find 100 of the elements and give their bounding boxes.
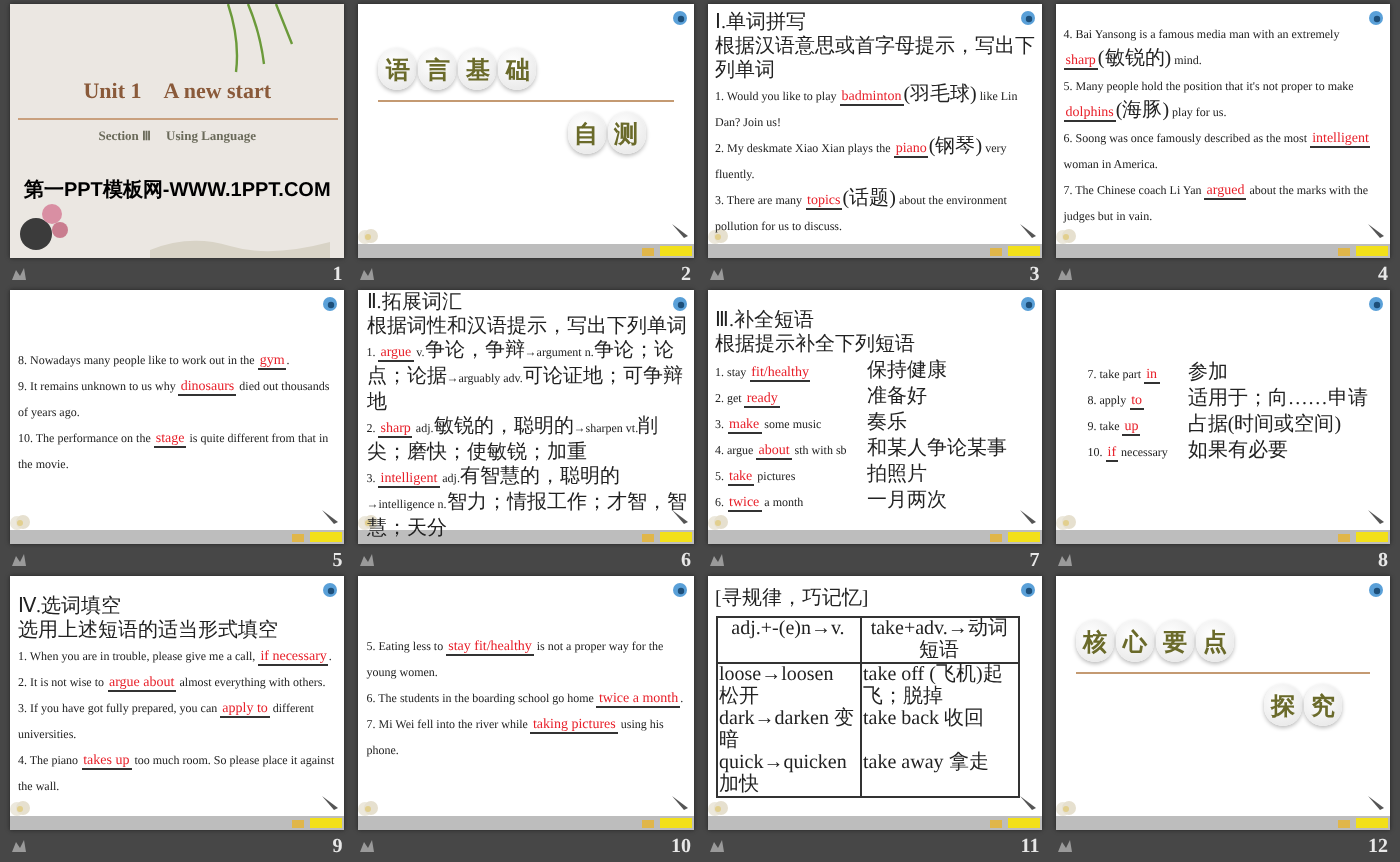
circle-icon: [671, 582, 687, 598]
slide-title: Unit 1 A new start: [83, 78, 272, 108]
animation-icon: [12, 840, 26, 852]
slide-number: 3: [1029, 261, 1040, 289]
exercise-text: Ⅳ.选词填空: [18, 594, 123, 618]
animation-icon: [12, 268, 26, 280]
circle-icon: [322, 582, 339, 598]
pen-icon: [1017, 222, 1038, 240]
phrase-meaning: 拍照片: [866, 463, 929, 487]
phrase-meaning: 如果有必要: [1187, 439, 1290, 463]
heading-character: 测: [607, 112, 645, 154]
pen-icon: [320, 508, 341, 526]
nav-buttons-icon: [310, 532, 343, 542]
table-cell-text: take away 拿走: [861, 752, 991, 778]
circle-icon: [322, 296, 339, 312]
circle-icon: [1368, 296, 1384, 312]
slide-thumbnail[interactable]: [10, 576, 345, 830]
exercise-text: 选用上述短语的适当形式填空: [18, 618, 280, 642]
back-button-icon: [989, 533, 1002, 541]
website-text: 第一PPT模板网-WWW.1PPT.COM: [23, 177, 331, 207]
phrase-meaning: 一月两次: [866, 489, 949, 513]
slide-number: 2: [681, 261, 691, 289]
pen-icon: [1366, 794, 1386, 812]
heading-character: 核: [1075, 620, 1114, 662]
back-button-icon: [1338, 247, 1350, 255]
slide-thumbnail[interactable]: [10, 290, 345, 544]
flower-drawing: [1055, 228, 1076, 244]
heading-character: 自: [567, 112, 605, 154]
nav-buttons-icon: [659, 246, 691, 256]
animation-icon: [709, 840, 723, 852]
slide-number: 10: [671, 833, 691, 861]
slide-thumbnail[interactable]: 语 言 基 础 自 测: [358, 4, 693, 258]
slide-number: 6: [681, 547, 691, 575]
nav-buttons-icon: [1007, 246, 1040, 256]
flower-drawing: [358, 800, 379, 816]
exercise-text: 根据汉语意思或首字母提示，写出下列单词: [715, 34, 1036, 82]
nav-buttons-icon: [310, 818, 343, 828]
phrase-meaning: 保持健康: [866, 359, 949, 383]
slide-number: 11: [1020, 833, 1040, 861]
animation-icon: [12, 554, 26, 566]
slide-number: 9: [332, 833, 343, 861]
heading-character: 言: [418, 48, 457, 90]
table-cell: quick→quicken 加快: [717, 752, 861, 796]
flower-drawing: [10, 800, 30, 816]
table-header: adj.+-(e)n→v.: [717, 618, 861, 664]
nav-buttons-icon: [659, 532, 691, 542]
animation-icon: [709, 268, 723, 280]
heading-character: 础: [498, 48, 537, 90]
phrase-meaning: 奏乐: [866, 411, 909, 435]
table-caption: [寻规律，巧记忆]: [715, 588, 871, 612]
heading-character: 基: [458, 48, 497, 90]
phrase-meaning: 准备好: [866, 385, 929, 409]
exercise-text: 根据词性和汉语提示，写出下列单词: [366, 314, 687, 338]
flower-drawing: [707, 800, 727, 816]
slide-thumbnail[interactable]: [寻规律，巧记忆] adj.+-(e)n→v. take+adv.→动词短语 loose→loosen 松开 take off (飞机)起飞；脱掉 dark→darken 变暗 take back 收回 quick→quicken 加快 take away 拿走: [707, 576, 1042, 830]
pen-icon: [669, 794, 689, 812]
pen-icon: [669, 222, 689, 240]
pen-icon: [1366, 508, 1386, 526]
flower-drawing: [1055, 800, 1076, 816]
circle-icon: [671, 296, 687, 312]
flower-drawing: [1055, 514, 1076, 530]
exercise-text: 根据提示补全下列短语: [715, 331, 917, 355]
slide-number: 8: [1378, 547, 1388, 575]
animation-icon: [709, 554, 723, 566]
slide-thumbnail[interactable]: [358, 576, 693, 830]
flower-drawing: [707, 514, 727, 530]
circle-icon: [671, 10, 687, 26]
heading-character: 要: [1155, 620, 1194, 662]
heading-character: 心: [1115, 620, 1154, 662]
back-button-icon: [641, 819, 653, 827]
animation-icon: [1057, 554, 1072, 566]
animation-icon: [1057, 840, 1072, 852]
slide-number: 1: [332, 261, 343, 289]
back-button-icon: [292, 819, 305, 827]
animation-icon: [360, 268, 375, 280]
circle-icon: [1368, 582, 1384, 598]
back-button-icon: [641, 247, 653, 255]
pen-icon: [1017, 794, 1038, 812]
nav-buttons-icon: [1007, 532, 1040, 542]
heading-character: 点: [1195, 620, 1234, 662]
phrase-meaning: 占据(时间或空间): [1187, 413, 1344, 437]
back-button-icon: [989, 819, 1002, 827]
animation-icon: [360, 554, 375, 566]
slide-thumbnail[interactable]: 核 心 要 点 探 究: [1055, 576, 1390, 830]
heading-character: 语: [378, 48, 417, 90]
nav-buttons-icon: [1356, 818, 1388, 828]
nav-buttons-icon: [659, 818, 691, 828]
circle-icon: [1019, 296, 1036, 312]
phrase-meaning: 和某人争论某事: [866, 437, 1009, 461]
nav-buttons-icon: [1356, 246, 1388, 256]
flower-drawing: [358, 228, 379, 244]
slide-thumbnail[interactable]: [1055, 4, 1390, 258]
slide-number: 5: [332, 547, 343, 575]
slide-thumbnail[interactable]: [707, 4, 1042, 258]
back-button-icon: [1338, 533, 1350, 541]
circle-icon: [1368, 10, 1384, 26]
circle-icon: [1019, 10, 1036, 26]
back-button-icon: [989, 247, 1002, 255]
nav-buttons-icon: [1356, 532, 1388, 542]
back-button-icon: [1338, 819, 1350, 827]
